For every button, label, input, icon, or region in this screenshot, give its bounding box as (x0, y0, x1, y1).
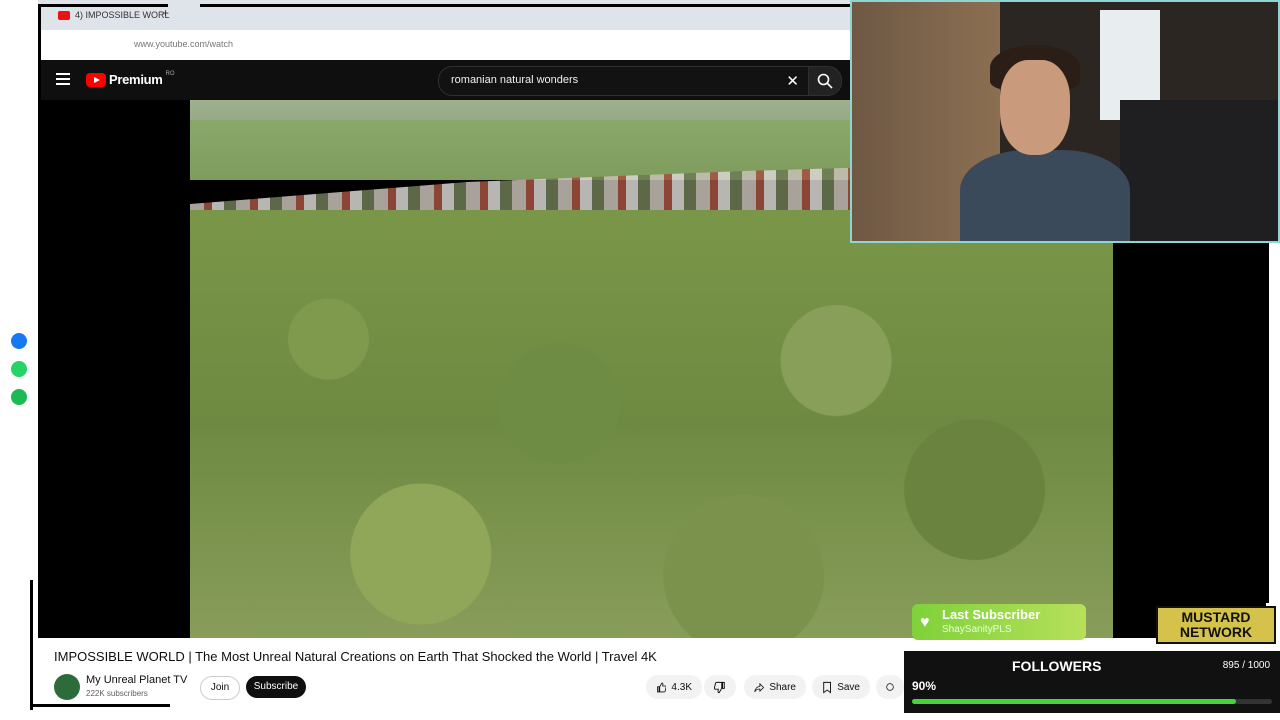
region-code: RO (165, 70, 175, 77)
youtube-favicon-icon (58, 10, 70, 20)
overlay-frame-line (1266, 243, 1269, 603)
followers-count: 895 / 1000 (1222, 660, 1270, 671)
channel-name[interactable]: My Unreal Planet TV (86, 674, 187, 686)
followers-goal-widget: FOLLOWERS 895 / 1000 90% (904, 651, 1280, 713)
save-label: Save (837, 681, 860, 693)
thanks-button[interactable] (876, 675, 904, 699)
browser-tab[interactable]: 4) IMPOSSIBLE WORL (58, 7, 170, 23)
subscribe-button[interactable]: Subscribe (246, 676, 306, 698)
spotify-icon[interactable] (11, 389, 27, 405)
mustard-network-logo: MUSTARD NETWORK (1156, 606, 1276, 644)
save-button[interactable]: Save (812, 675, 870, 699)
thumbs-down-icon (714, 681, 725, 693)
video-title: IMPOSSIBLE WORLD | The Most Unreal Natur… (54, 649, 657, 664)
hamburger-menu-icon[interactable] (56, 73, 70, 85)
last-subscriber-name: ShaySanityPLS (942, 624, 1012, 635)
share-arrow-icon (754, 682, 765, 692)
last-subscriber-widget: ♥ Last Subscriber ShaySanityPLS (912, 604, 1086, 640)
overlay-frame-line (38, 4, 41, 144)
followers-title: FOLLOWERS (1012, 658, 1102, 674)
last-subscriber-title: Last Subscriber (942, 607, 1041, 622)
search-input[interactable]: romanian natural wonders (451, 74, 578, 86)
channel-avatar[interactable] (54, 674, 80, 700)
new-tab-button[interactable]: + (162, 6, 169, 20)
messenger-icon[interactable] (11, 333, 27, 349)
search-button[interactable] (808, 66, 842, 96)
whatsapp-icon[interactable] (11, 361, 27, 377)
search-box[interactable]: romanian natural wonders ✕ (438, 66, 810, 96)
like-count: 4.3K (671, 681, 692, 693)
bookmark-icon (823, 681, 831, 694)
followers-progress-track (912, 699, 1272, 704)
clear-search-icon[interactable]: ✕ (786, 72, 799, 90)
logo-text: Premium (109, 72, 163, 87)
overlay-frame-line (30, 704, 170, 707)
dislike-button[interactable] (704, 675, 736, 699)
webcam-border (850, 0, 1280, 243)
overlay-frame-line (30, 580, 33, 710)
subscriber-count: 222K subscribers (86, 689, 148, 698)
youtube-premium-logo[interactable]: Premium RO (86, 70, 175, 87)
tab-title: 4) IMPOSSIBLE WORL (75, 10, 170, 20)
video-forest-canopy (190, 210, 1113, 638)
address-bar[interactable]: www.youtube.com/watch (38, 30, 850, 61)
overlay-frame-line (38, 4, 168, 7)
thanks-icon (886, 683, 894, 691)
followers-progress-fill (912, 699, 1236, 704)
followers-percent: 90% (912, 679, 937, 693)
search-icon (817, 73, 833, 89)
share-button[interactable]: Share (744, 675, 806, 699)
overlay-frame-line (200, 4, 850, 7)
youtube-play-icon (86, 72, 106, 87)
share-label: Share (769, 681, 796, 693)
streamer-webcam (850, 0, 1280, 243)
thumbs-up-icon (657, 682, 667, 692)
like-button[interactable]: 4.3K (646, 675, 702, 699)
join-button[interactable]: Join (200, 676, 240, 700)
url-text[interactable]: www.youtube.com/watch (134, 39, 233, 49)
youtube-header: Premium RO romanian natural wonders ✕ (38, 60, 850, 100)
heart-icon: ♥ (920, 614, 930, 631)
